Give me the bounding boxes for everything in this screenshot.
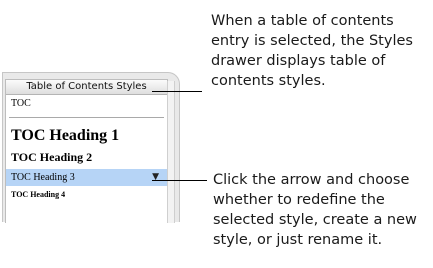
callout-text-top: When a table of contents entry is select…: [211, 11, 413, 91]
style-item-toc-heading-2[interactable]: TOC Heading 2: [6, 147, 167, 167]
callout-text-bottom: Click the arrow and choose whether to re…: [213, 170, 417, 250]
styles-list-panel: Table of Contents Styles TOC TOC Heading…: [5, 79, 168, 223]
style-item-toc-heading-3-selected[interactable]: TOC Heading 3 ▼: [6, 169, 167, 186]
drawer-edge-rail: [167, 81, 175, 223]
style-item-toc-heading-1[interactable]: TOC Heading 1: [6, 121, 167, 147]
callout-leader-line-top: [152, 91, 202, 92]
drawer-header: Table of Contents Styles: [6, 80, 167, 95]
triangle-down-icon[interactable]: ▼: [152, 169, 159, 186]
callout-leader-line-bottom: [152, 180, 207, 181]
callout-line: selected style, create a new: [213, 212, 417, 228]
style-item-toc[interactable]: TOC: [6, 95, 167, 117]
callout-line: Click the arrow and choose: [213, 172, 410, 188]
callout-line: contents styles.: [211, 73, 326, 89]
style-item-label: TOC Heading 3: [11, 172, 75, 183]
callout-line: When a table of contents: [211, 13, 394, 29]
callout-line: drawer displays table of: [211, 53, 386, 69]
callout-line: style, or just rename it.: [213, 232, 383, 248]
callout-line: whether to redefine the: [213, 192, 385, 208]
style-item-toc-heading-4[interactable]: TOC Heading 4: [6, 186, 167, 201]
style-separator: [9, 117, 164, 118]
styles-drawer: Table of Contents Styles TOC TOC Heading…: [2, 72, 180, 223]
callout-line: entry is selected, the Styles: [211, 33, 413, 49]
